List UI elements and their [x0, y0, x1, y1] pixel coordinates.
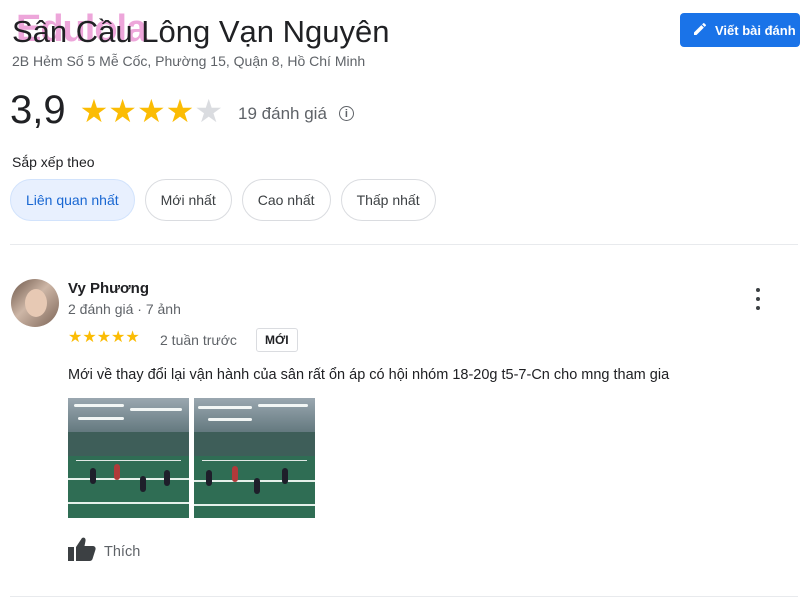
star-icon: ★ — [194, 92, 224, 129]
review-text: Mới về thay đổi lại vận hành của sân rất… — [68, 367, 670, 383]
star-icon: ★ — [136, 92, 166, 129]
place-address: 2B Hẻm Số 5 Mễ Cốc, Phường 15, Quận 8, H… — [12, 53, 366, 69]
reviewer-meta: 2 đánh giá · 7 ảnh — [68, 301, 181, 317]
star-icon: ★ — [96, 329, 112, 346]
star-icon: ★ — [111, 329, 126, 346]
sort-chip-newest[interactable]: Mới nhất — [144, 179, 232, 221]
info-icon[interactable]: i — [338, 106, 354, 121]
rating-stars: ★ ★ ★ ★ ★ — [80, 95, 223, 127]
rating-value: 3,9 — [10, 88, 66, 132]
star-icon: ★ — [165, 92, 195, 129]
write-review-label: Viết bài đánh — [715, 22, 796, 38]
sort-chip-relevant[interactable]: Liên quan nhất — [10, 179, 135, 221]
sort-label: Sắp xếp theo — [12, 154, 95, 170]
avatar[interactable] — [11, 279, 59, 327]
pencil-icon — [692, 21, 708, 40]
review-photo[interactable] — [194, 398, 315, 518]
star-icon: ★ — [79, 92, 109, 129]
review-stars: ★ ★ ★ ★ ★ — [68, 330, 140, 346]
sort-chip-lowest[interactable]: Thấp nhất — [340, 179, 436, 221]
more-vert-icon[interactable] — [750, 288, 766, 310]
star-icon: ★ — [108, 92, 137, 129]
star-icon: ★ — [125, 329, 140, 346]
review-time: 2 tuần trước — [160, 332, 237, 348]
divider — [10, 596, 798, 597]
thumbs-up-icon — [68, 537, 96, 566]
reviewer-name[interactable]: Vy Phương — [68, 280, 149, 297]
like-button[interactable]: Thích — [68, 537, 140, 566]
like-label: Thích — [104, 543, 141, 560]
star-icon: ★ — [82, 329, 97, 346]
place-title: Sân Cầu Lông Vạn Nguyên — [12, 14, 390, 49]
star-icon: ★ — [68, 329, 83, 346]
sort-chip-highest[interactable]: Cao nhất — [241, 179, 331, 221]
new-badge: MỚI — [256, 328, 298, 352]
write-review-button[interactable]: Viết bài đánh — [680, 13, 800, 47]
divider — [10, 244, 798, 245]
sort-chips: Liên quan nhất Mới nhất Cao nhất Thấp nh… — [10, 179, 436, 221]
review-count[interactable]: 19 đánh giá — [238, 104, 327, 124]
review-photo[interactable] — [68, 398, 189, 518]
rating-summary: 3,9 ★ ★ ★ ★ ★ 19 đánh giá i — [10, 88, 354, 133]
